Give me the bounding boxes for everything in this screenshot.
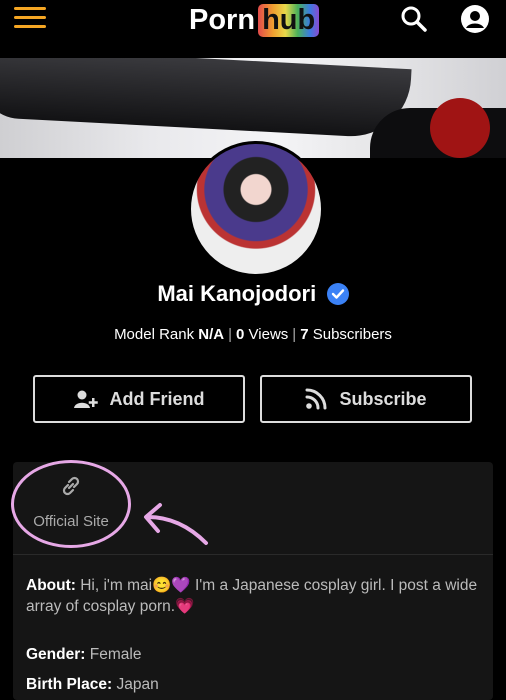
hamburger-icon[interactable] (14, 7, 46, 29)
subscribers-value: 7 (300, 326, 309, 343)
gender-field: Gender: Female (26, 646, 141, 664)
annotation-circle (11, 460, 131, 548)
birth-place-label: Birth Place: (26, 676, 113, 693)
gender-label: Gender: (26, 646, 86, 663)
annotation-arrow-icon (144, 503, 208, 545)
logo-text-porn: Porn (189, 3, 256, 36)
birth-place-field: Birth Place: Japan (26, 676, 159, 694)
top-bar: Porn hub (0, 0, 506, 58)
search-icon[interactable] (400, 5, 428, 33)
profile-name-row: Mai Kanojodori (0, 281, 506, 313)
profile-avatar[interactable] (188, 141, 324, 277)
about-section: About: Hi, i'm mai😊💜 I'm a Japanese cosp… (26, 575, 482, 617)
about-label: About: (26, 577, 76, 594)
rank-value: N/A (198, 326, 225, 343)
add-friend-label: Add Friend (109, 388, 205, 409)
birth-place-value: Japan (116, 676, 159, 693)
divider (13, 554, 493, 555)
add-friend-button[interactable]: Add Friend (33, 375, 245, 423)
about-text: Hi, i'm mai😊💜 I'm a Japanese cosplay gir… (26, 577, 478, 615)
subscribe-label: Subscribe (339, 388, 427, 409)
subscribers-label: Subscribers (312, 326, 392, 343)
profile-name: Mai Kanojodori (157, 281, 317, 306)
views-value: 0 (236, 326, 245, 343)
views-label: Views (248, 326, 289, 343)
site-logo[interactable]: Porn hub (189, 2, 320, 38)
rss-icon (305, 388, 327, 410)
verified-badge-icon (326, 283, 349, 305)
subscribe-button[interactable]: Subscribe (260, 375, 472, 423)
rank-label: Model Rank (114, 326, 195, 343)
profile-stats: Model Rank N/A | 0 Views | 7 Subscribers (114, 326, 392, 343)
gender-value: Female (89, 646, 142, 663)
add-user-icon (73, 390, 98, 408)
account-icon[interactable] (460, 4, 490, 34)
logo-text-hub: hub (258, 3, 320, 37)
